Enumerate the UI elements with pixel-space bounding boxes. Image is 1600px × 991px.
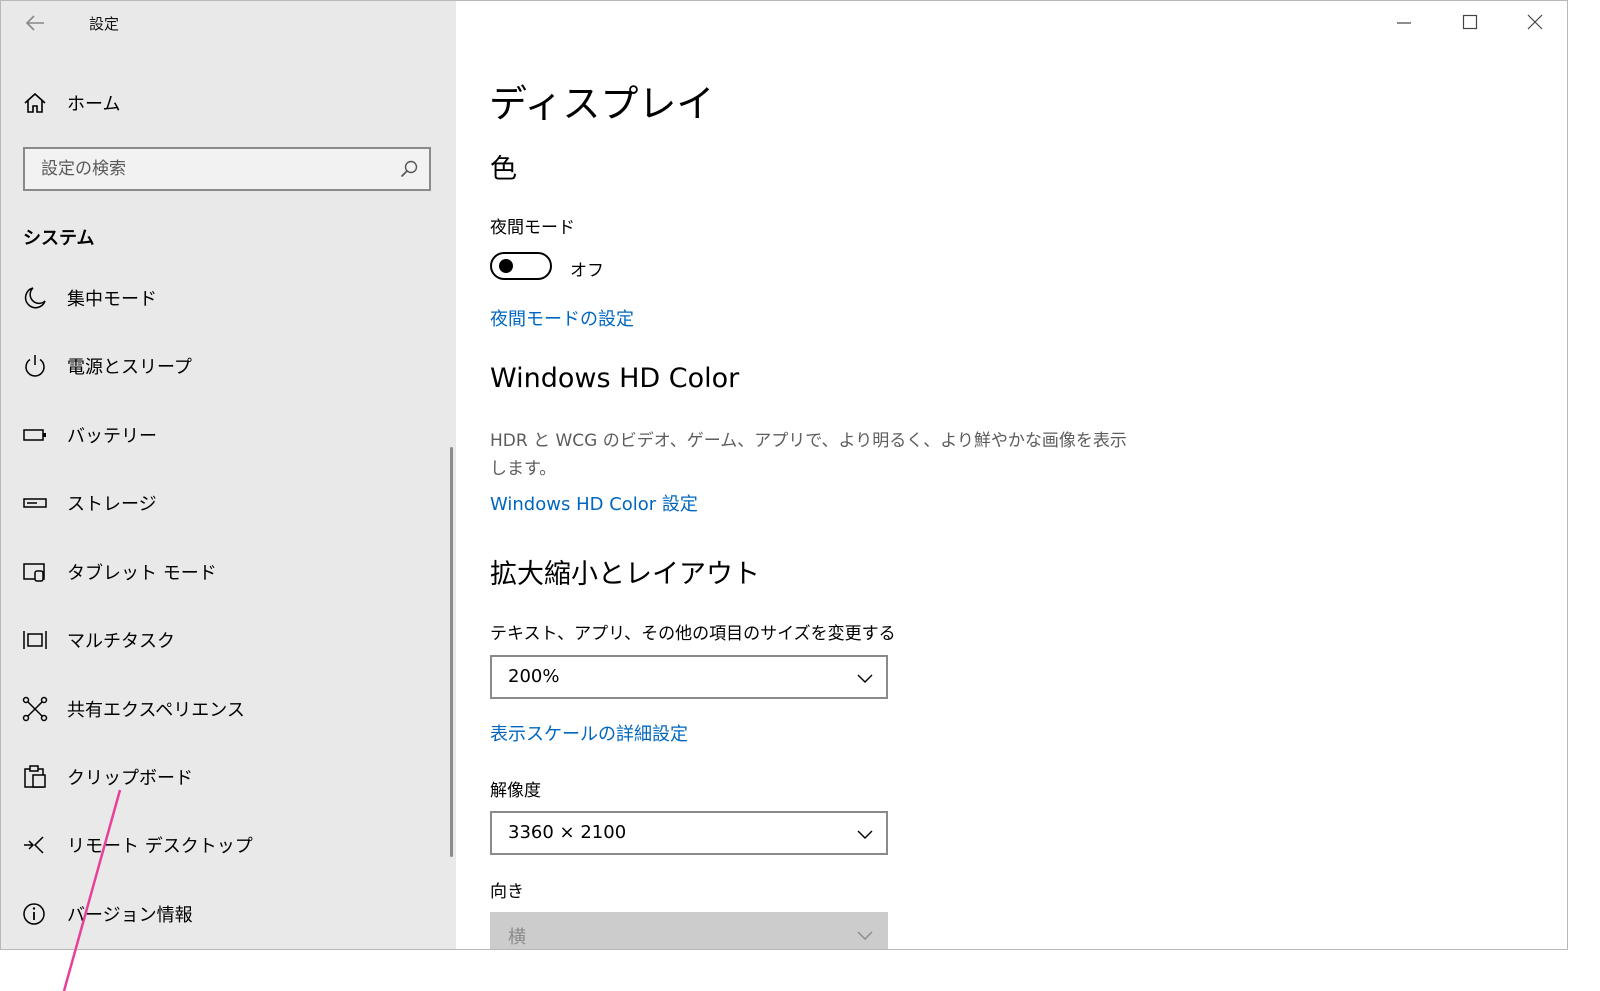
sidebar-item-multitasking[interactable]: マルチタスク: [1, 612, 449, 668]
section-heading-color: 色: [490, 154, 517, 185]
sidebar-item-shared-experiences[interactable]: 共有エクスペリエンス: [1, 681, 449, 737]
search-box[interactable]: [23, 147, 431, 191]
back-button[interactable]: [19, 9, 51, 37]
orientation-label: 向き: [490, 882, 524, 902]
sidebar-item-focus-assist[interactable]: 集中モード: [1, 270, 449, 326]
sidebar-item-tablet-mode[interactable]: タブレット モード: [1, 544, 449, 600]
tablet-mode-icon: [21, 558, 49, 586]
shared-experience-icon: [21, 695, 49, 723]
close-button[interactable]: [1503, 1, 1567, 43]
sidebar-item-label: タブレット モード: [67, 563, 217, 584]
battery-icon: [21, 421, 49, 449]
resolution-dropdown[interactable]: 3360 × 2100: [490, 811, 888, 855]
section-title: システム: [23, 228, 95, 249]
orientation-value: 横: [508, 927, 526, 948]
home-icon: [21, 89, 49, 117]
storage-icon: [21, 489, 49, 517]
back-arrow-icon: [25, 15, 44, 31]
hd-color-description: HDR と WCG のビデオ、ゲーム、アプリで、より明るく、より鮮やかな画像を表…: [490, 431, 1127, 479]
chevron-down-icon: [857, 674, 873, 683]
hd-color-settings-link[interactable]: Windows HD Color 設定: [490, 490, 698, 516]
sidebar-item-label: バッテリー: [67, 426, 157, 447]
search-input[interactable]: [25, 149, 401, 189]
sidebar-item-power-sleep[interactable]: 電源とスリープ: [1, 338, 449, 394]
night-light-state: オフ: [570, 261, 604, 281]
info-icon: [21, 900, 49, 928]
sidebar-item-label: バージョン情報: [67, 905, 193, 926]
app-title: 設定: [89, 15, 120, 33]
resolution-value: 3360 × 2100: [508, 822, 627, 843]
sidebar-item-label: マルチタスク: [67, 631, 175, 652]
sidebar-item-home[interactable]: ホーム: [1, 75, 449, 131]
sidebar-item-label: リモート デスクトップ: [67, 836, 253, 857]
settings-window: 設定 ホーム システム 集中モード 電源と: [0, 0, 1568, 950]
remote-desktop-icon: [21, 831, 49, 859]
toggle-knob: [499, 259, 513, 273]
night-light-settings-link[interactable]: 夜間モードの設定: [490, 305, 634, 331]
sidebar-item-battery[interactable]: バッテリー: [1, 407, 449, 463]
section-heading-hd-color: Windows HD Color: [490, 363, 740, 394]
sidebar-item-label: 集中モード: [67, 289, 157, 310]
sidebar-item-label: 電源とスリープ: [67, 357, 192, 378]
clipboard-icon: [21, 763, 49, 791]
main-content: ディスプレイ 色 夜間モード オフ 夜間モードの設定 Windows HD Co…: [456, 1, 1567, 949]
power-icon: [21, 352, 49, 380]
night-light-label: 夜間モード: [490, 218, 575, 238]
sidebar-item-label: 共有エクスペリエンス: [67, 700, 245, 721]
night-light-toggle[interactable]: [490, 252, 552, 280]
moon-icon: [21, 284, 49, 312]
minimize-icon: [1397, 22, 1411, 24]
orientation-dropdown[interactable]: 横: [490, 912, 888, 949]
page-title: ディスプレイ: [489, 82, 715, 126]
sidebar-item-label: ホーム: [67, 94, 121, 115]
sidebar-item-remote-desktop[interactable]: リモート デスクトップ: [1, 817, 449, 873]
close-icon: [1527, 14, 1543, 30]
chevron-down-icon: [857, 830, 873, 839]
maximize-button[interactable]: [1438, 1, 1502, 43]
advanced-scaling-link[interactable]: 表示スケールの詳細設定: [490, 720, 688, 746]
sidebar-item-about[interactable]: バージョン情報: [1, 886, 449, 942]
sidebar: 設定 ホーム システム 集中モード 電源と: [1, 1, 456, 949]
section-heading-scale-layout: 拡大縮小とレイアウト: [490, 559, 760, 590]
scale-value: 200%: [508, 666, 560, 687]
sidebar-scrollbar[interactable]: [450, 447, 453, 857]
sidebar-item-storage[interactable]: ストレージ: [1, 475, 449, 531]
sidebar-item-clipboard[interactable]: クリップボード: [1, 749, 449, 805]
sidebar-item-label: クリップボード: [67, 768, 193, 789]
search-icon[interactable]: [399, 159, 419, 179]
resolution-label: 解像度: [490, 781, 541, 801]
maximize-icon: [1462, 14, 1478, 30]
scale-dropdown[interactable]: 200%: [490, 655, 888, 699]
multitask-icon: [21, 626, 49, 654]
chevron-down-icon: [857, 931, 873, 940]
scale-label: テキスト、アプリ、その他の項目のサイズを変更する: [490, 624, 896, 644]
sidebar-item-label: ストレージ: [67, 494, 157, 515]
minimize-button[interactable]: [1372, 1, 1436, 43]
